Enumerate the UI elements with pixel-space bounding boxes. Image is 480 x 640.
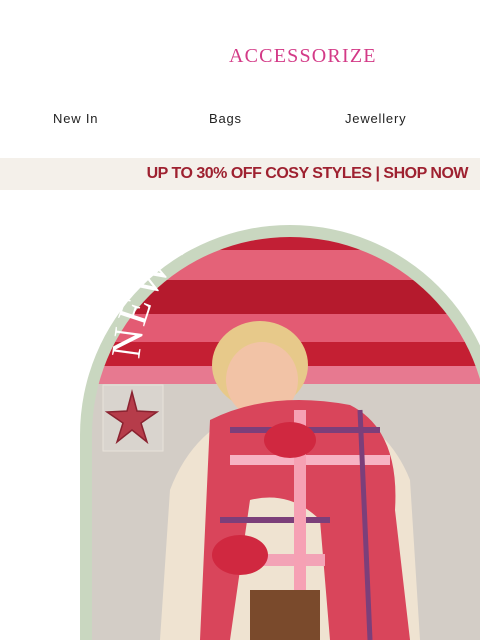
starfish-badge xyxy=(102,384,164,452)
nav-item-jewellery[interactable]: Jewellery xyxy=(345,108,406,130)
hero-illustration: NEW NEW NEW NEW xyxy=(80,190,480,640)
promo-banner[interactable]: UP TO 30% OFF COSY STYLES | SHOP NOW xyxy=(0,158,480,190)
hero-image[interactable]: NEW NEW NEW NEW xyxy=(0,190,480,640)
brand-logo[interactable]: ACCESSORIZE xyxy=(0,42,480,70)
nav-item-bags[interactable]: Bags xyxy=(209,108,242,130)
promo-text[interactable]: UP TO 30% OFF COSY STYLES | SHOP NOW xyxy=(147,158,469,190)
nav-item-new-in[interactable]: New In xyxy=(53,108,98,130)
main-nav: New In Bags Jewellery xyxy=(0,108,480,130)
logo-text: ACCESSORIZE xyxy=(229,45,377,67)
